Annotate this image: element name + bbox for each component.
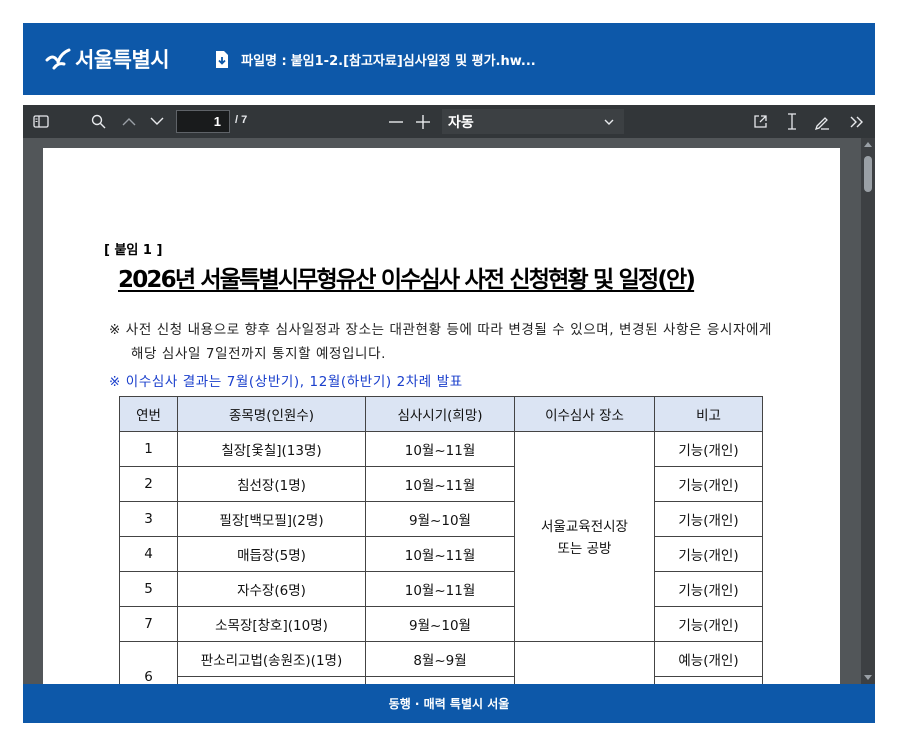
row-number: 1: [119, 431, 178, 467]
chevron-down-icon: [604, 114, 614, 130]
document-title: 2026년 서울특별시무형유산 이수심사 사전 신청현황 및 일정(안): [118, 267, 696, 293]
zoom-select[interactable]: 자동: [442, 109, 624, 134]
file-name: 붙임1-2.[참고자료]심사일정 및 평가.hw...: [290, 53, 536, 69]
footer-slogan: 동행 · 매력 특별시 서울: [388, 697, 510, 711]
scroll-up-icon[interactable]: [864, 142, 872, 147]
vertical-scrollbar[interactable]: [861, 138, 875, 684]
footer-bar: 동행 · 매력 특별시 서울: [23, 684, 875, 723]
more-tools-icon[interactable]: [845, 105, 869, 138]
sidebar-toggle-icon[interactable]: [27, 105, 55, 138]
col-header: 연번: [119, 396, 178, 432]
review-venue-empty: [514, 641, 655, 684]
site-header: 서울특별시 파일명 : 붙임1-2.[참고자료]심사일정 및 평가.hw...: [23, 23, 875, 95]
remark: [654, 676, 763, 684]
table-row: 5 자수장(6명) 10월~11월 기능(개인): [119, 571, 763, 607]
item-name: 칠장[옻칠](13명): [177, 431, 366, 467]
page-total: / 7: [235, 114, 248, 126]
table-row: 1 칠장[옻칠](13명) 10월~11월 서울교육전시장 또는 공방 기능(개…: [119, 431, 763, 642]
review-period: 10월~11월: [365, 571, 515, 607]
notice-text: ※ 사전 신청 내용으로 향후 심사일정과 장소는 대관현황 등에 따라 변경될…: [109, 322, 773, 362]
row-number: 6: [119, 641, 178, 684]
review-venue: 서울교육전시장 또는 공방: [514, 431, 655, 642]
review-period: 9월~10월: [365, 501, 515, 537]
pdf-toolbar: 1 / 7 자동: [23, 105, 875, 138]
row-number: 4: [119, 536, 178, 572]
zoom-value: 자동: [448, 115, 474, 131]
item-name: 판소리고법(송원조)(1명): [177, 641, 366, 677]
review-period: 10월~11월: [365, 466, 515, 502]
row-number: 3: [119, 501, 178, 537]
row-number: 7: [119, 606, 178, 642]
table-row: 6 판소리고법(송원조)(1명) 8월~9월 예능(개인): [119, 641, 763, 684]
review-period: [365, 676, 515, 684]
seoul-logo-icon: [45, 48, 71, 70]
file-info: 파일명 : 붙임1-2.[참고자료]심사일정 및 평가.hw...: [215, 50, 536, 69]
zoom-in-icon[interactable]: [412, 105, 434, 138]
scroll-down-icon[interactable]: [864, 675, 872, 680]
review-period: 10월~11월: [365, 536, 515, 572]
draw-icon[interactable]: [810, 105, 834, 138]
chevron-up-icon[interactable]: [117, 105, 141, 138]
review-period: 9월~10월: [365, 606, 515, 642]
col-header: 종목명(인원수): [177, 396, 366, 432]
remark: 기능(개인): [654, 431, 763, 467]
table-row: 2 침선장(1명) 10월~11월 기능(개인): [119, 466, 763, 502]
item-name: 자수장(6명): [177, 571, 366, 607]
logo-text: 서울특별시: [75, 48, 170, 72]
attachment-label: [ 붙임 1 ]: [104, 243, 163, 258]
col-header: 비고: [654, 396, 763, 432]
notice-highlight: ※ 이수심사 결과는 7월(상반기), 12월(하반기) 2차례 발표: [109, 374, 463, 390]
item-name: 매듭장(5명): [177, 536, 366, 572]
pdf-page: [ 붙임 1 ] 2026년 서울특별시무형유산 이수심사 사전 신청현황 및 …: [43, 148, 840, 684]
remark: 예능(개인): [654, 641, 763, 677]
file-download-icon: [216, 50, 229, 68]
remark: 기능(개인): [654, 466, 763, 502]
viewer-frame: 서울특별시 파일명 : 붙임1-2.[참고자료]심사일정 및 평가.hw... …: [23, 23, 875, 723]
row-number: 2: [119, 466, 178, 502]
item-name: 필장[백모필](2명): [177, 501, 366, 537]
chevron-down-icon[interactable]: [145, 105, 169, 138]
pdf-viewer[interactable]: [ 붙임 1 ] 2026년 서울특별시무형유산 이수심사 사전 신청현황 및 …: [23, 138, 875, 684]
item-name: [177, 676, 366, 684]
table-row: [120, 676, 763, 684]
row-number: 5: [119, 571, 178, 607]
table-row: 7 소목장[창호](10명) 9월~10월 기능(개인): [119, 606, 763, 642]
scroll-thumb[interactable]: [864, 156, 872, 192]
remark: 기능(개인): [654, 536, 763, 572]
remark: 기능(개인): [654, 606, 763, 642]
review-period: 10월~11월: [365, 431, 515, 467]
table-row: 3 필장[백모필](2명) 9월~10월 기능(개인): [119, 501, 763, 537]
search-icon[interactable]: [85, 105, 111, 138]
schedule-table: 연번 종목명(인원수) 심사시기(희망) 이수심사 장소 비고 1 칠장[옻칠]…: [119, 396, 763, 684]
col-header: 심사시기(희망): [365, 396, 515, 432]
item-name: 침선장(1명): [177, 466, 366, 502]
file-label: 파일명 :: [241, 53, 287, 69]
seoul-logo[interactable]: 서울특별시: [45, 44, 170, 74]
remark: 기능(개인): [654, 571, 763, 607]
table-header-row: 연번 종목명(인원수) 심사시기(희망) 이수심사 장소 비고: [119, 396, 763, 432]
remark: 기능(개인): [654, 501, 763, 537]
table-row: 4 매듭장(5명) 10월~11월 기능(개인): [119, 536, 763, 572]
item-name: 소목장[창호](10명): [177, 606, 366, 642]
page-number-input[interactable]: 1: [176, 110, 230, 133]
text-cursor-icon[interactable]: [781, 105, 803, 138]
zoom-out-icon[interactable]: [385, 105, 407, 138]
review-period: 8월~9월: [365, 641, 515, 677]
col-header: 이수심사 장소: [514, 396, 655, 432]
open-external-icon[interactable]: [748, 105, 772, 138]
